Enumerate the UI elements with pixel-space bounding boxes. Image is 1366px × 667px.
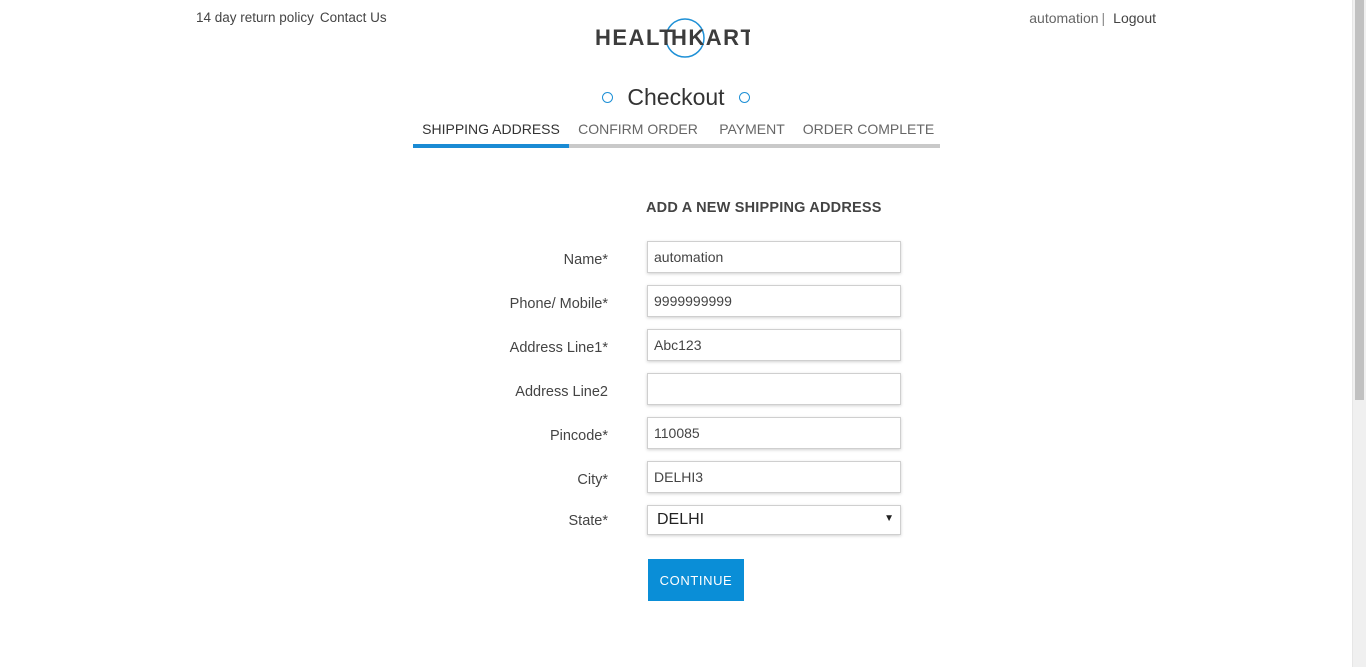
scrollbar-thumb[interactable]: [1355, 0, 1364, 400]
logo-text-left: HEALT: [595, 25, 674, 50]
separator: |: [1101, 10, 1106, 26]
city-row: City*: [400, 461, 910, 493]
address1-label: Address Line1*: [509, 340, 608, 356]
name-input[interactable]: [647, 241, 901, 273]
top-right-user: automation | Logout: [1029, 10, 1156, 26]
dropdown-arrow-icon: ▼: [884, 513, 894, 524]
top-left-links: 14 day return policy Contact Us: [196, 10, 387, 25]
step-order-complete[interactable]: ORDER COMPLETE: [797, 119, 940, 144]
pincode-input[interactable]: [647, 417, 901, 449]
scrollbar[interactable]: [1352, 0, 1366, 667]
return-policy-link[interactable]: 14 day return policy: [196, 10, 314, 25]
state-select[interactable]: DELHI ▼: [647, 505, 901, 535]
step-confirm-order[interactable]: CONFIRM ORDER: [569, 119, 707, 144]
state-selected-value: DELHI: [657, 511, 705, 528]
checkout-steps: SHIPPING ADDRESS CONFIRM ORDER PAYMENT O…: [413, 119, 940, 148]
logo-svg: HEALT HKART: [595, 18, 750, 58]
continue-button[interactable]: CONTINUE: [648, 559, 744, 601]
logo-text-right: HKART: [671, 25, 750, 50]
circle-icon: [602, 92, 614, 103]
state-row: State* DELHI ▼: [400, 505, 910, 537]
phone-label: Phone/ Mobile*: [509, 296, 608, 312]
step-payment[interactable]: PAYMENT: [707, 119, 797, 144]
state-label: State*: [568, 513, 609, 529]
form-heading: ADD A NEW SHIPPING ADDRESS: [646, 200, 882, 216]
healthkart-logo[interactable]: HEALT HKART: [595, 18, 750, 58]
contact-us-link[interactable]: Contact Us: [320, 10, 387, 25]
phone-input[interactable]: [647, 285, 901, 317]
page-title: Checkout: [627, 84, 725, 110]
circle-icon: [738, 92, 750, 103]
page: 14 day return policy Contact Us HEALT HK…: [0, 0, 1366, 667]
pincode-label: Pincode*: [549, 428, 608, 444]
city-label: City*: [577, 472, 608, 488]
name-row: Name*: [400, 241, 910, 273]
checkout-title-row: Checkout: [0, 84, 1352, 111]
address1-input[interactable]: [647, 329, 901, 361]
address2-row: Address Line2: [400, 373, 910, 405]
address1-row: Address Line1*: [400, 329, 910, 361]
username-link[interactable]: automation: [1029, 10, 1098, 26]
name-label: Name*: [563, 252, 608, 268]
step-shipping-address[interactable]: SHIPPING ADDRESS: [413, 119, 569, 148]
logout-link[interactable]: Logout: [1113, 10, 1156, 26]
pincode-row: Pincode*: [400, 417, 910, 449]
phone-row: Phone/ Mobile*: [400, 285, 910, 317]
address2-input[interactable]: [647, 373, 901, 405]
address2-label: Address Line2: [515, 384, 608, 400]
city-input[interactable]: [647, 461, 901, 493]
